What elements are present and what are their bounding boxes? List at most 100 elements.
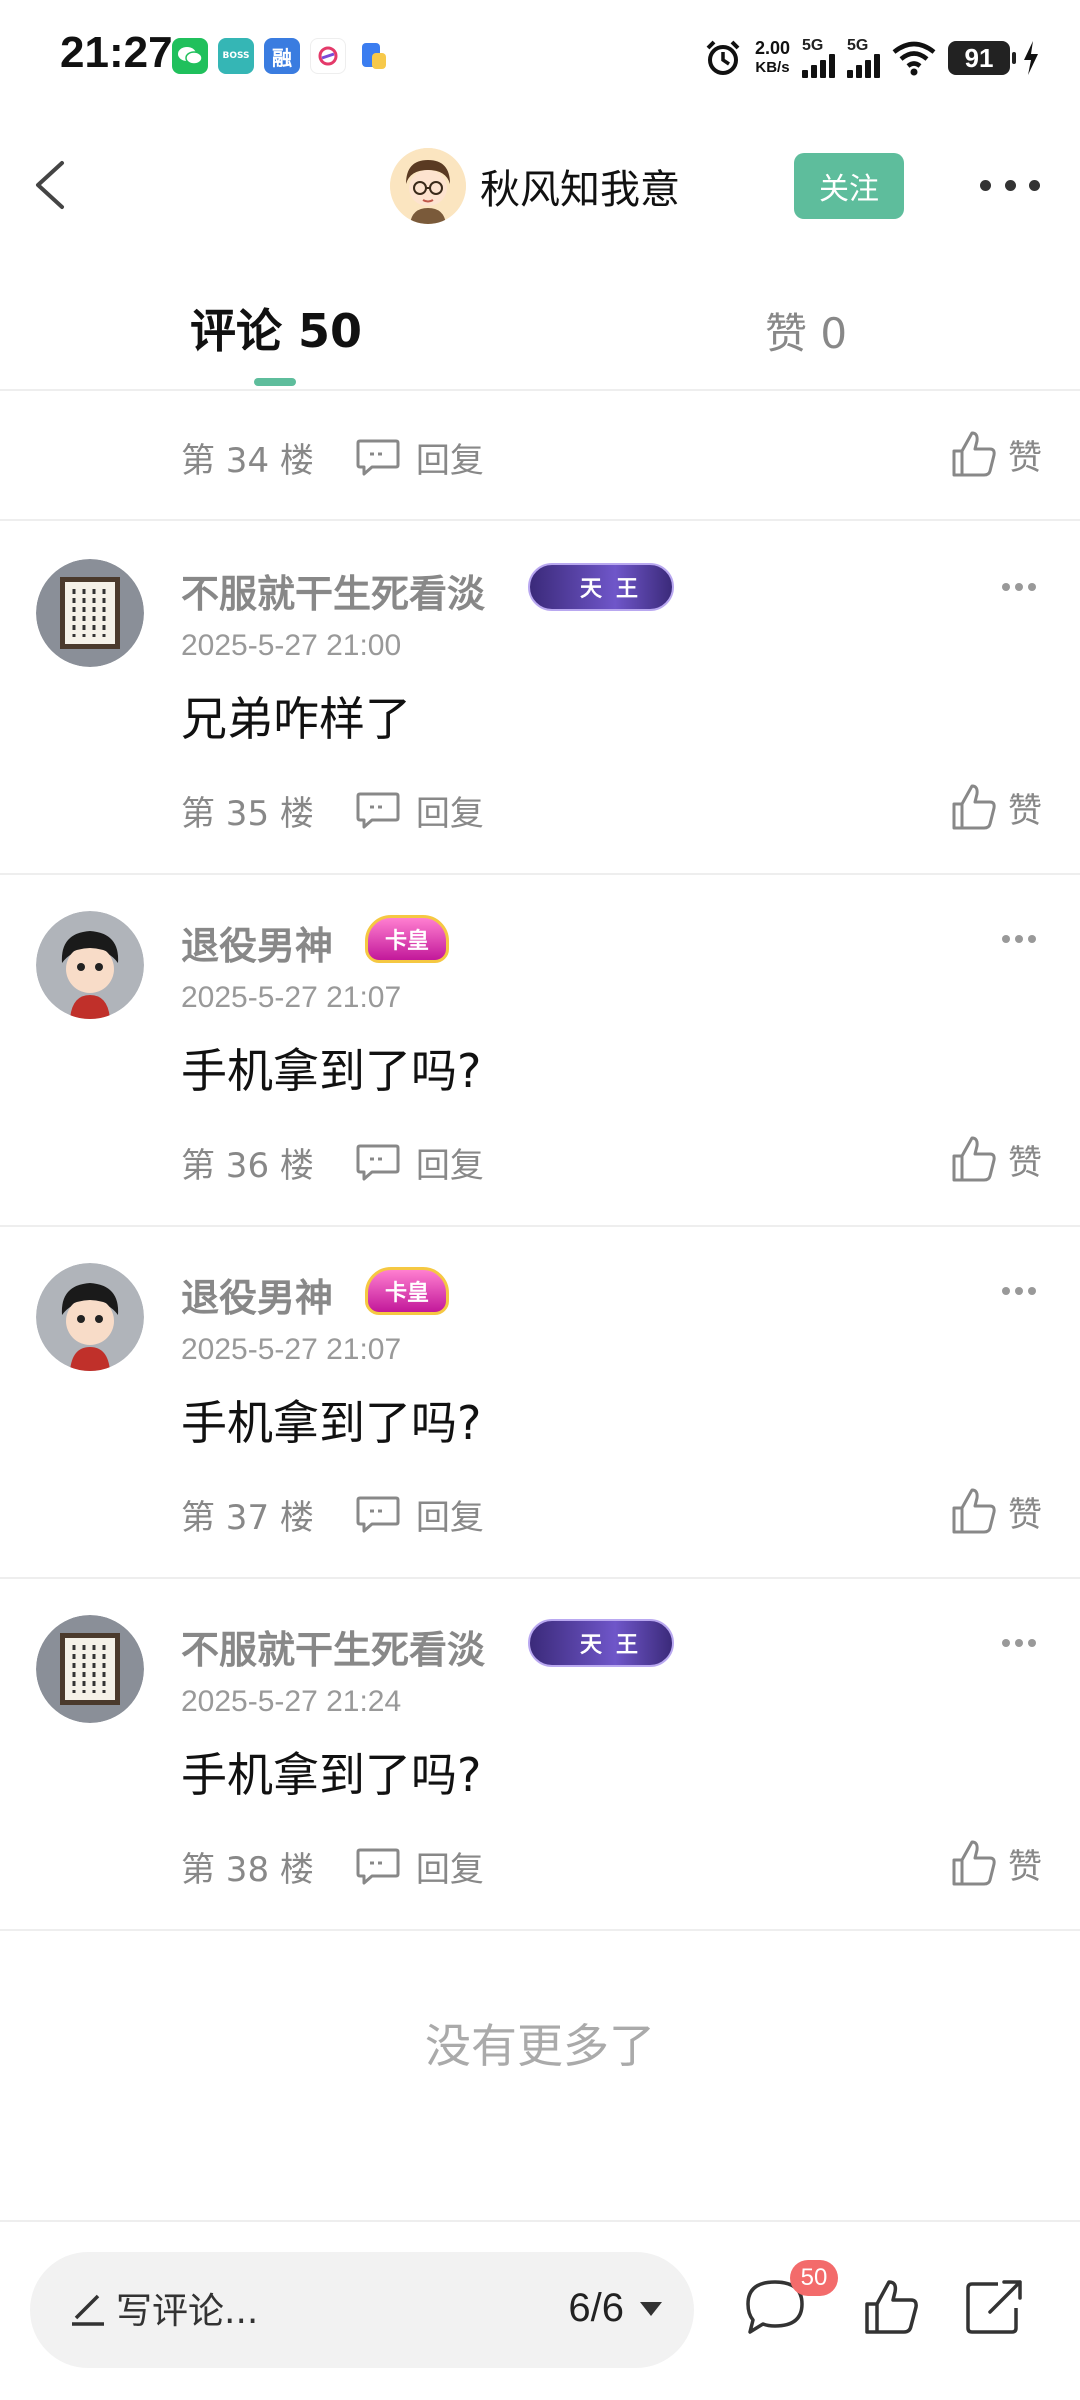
thumbs-up-icon	[952, 1488, 996, 1534]
level-badge-kahuang: 卡皇	[365, 915, 449, 963]
like-button[interactable]: 赞	[948, 782, 1042, 832]
reply-bubble-icon	[356, 792, 400, 829]
comment-footer: 第 35 楼 回复	[181, 785, 484, 835]
comment-more-button[interactable]	[1002, 1639, 1036, 1649]
bottom-action-bar: 写评论... 6/6 50	[0, 2220, 1080, 2400]
cartoon-boy-avatar-icon	[36, 1263, 144, 1371]
username[interactable]: 不服就干生死看淡	[181, 1619, 485, 1674]
dot	[1029, 179, 1040, 191]
reply-button[interactable]: 回复	[354, 786, 484, 835]
floor-number: 第 34 楼	[181, 440, 314, 481]
signal-1: 5G	[802, 38, 835, 78]
dot	[1002, 1287, 1010, 1295]
top-app-bar: 秋风知我意 关注	[0, 115, 1080, 255]
comment-more-button[interactable]	[1002, 1287, 1036, 1297]
reply-bubble-icon	[356, 1144, 400, 1181]
user-avatar[interactable]	[36, 1263, 144, 1371]
like-button[interactable]: 赞	[948, 1838, 1042, 1888]
comment-more-button[interactable]	[1002, 935, 1036, 945]
dot	[1015, 935, 1023, 943]
like-button[interactable]: 赞	[948, 1134, 1042, 1184]
comment-time: 2025-5-27 21:00	[181, 629, 402, 662]
pen-icon	[72, 2294, 104, 2326]
no-more-text: 没有更多了	[425, 2019, 655, 2073]
reply-bubble-icon	[356, 1496, 400, 1533]
dot	[1028, 583, 1036, 591]
username[interactable]: 退役男神	[181, 1267, 333, 1322]
tab-likes[interactable]: 赞 0	[765, 300, 847, 361]
more-options-button[interactable]	[980, 165, 1040, 205]
comment-time: 2025-5-27 21:07	[181, 981, 402, 1014]
comment-text: 手机拿到了吗?	[181, 1748, 482, 1802]
comment-footer: 第 38 楼 回复	[181, 1841, 484, 1891]
comment-text: 手机拿到了吗?	[181, 1396, 482, 1450]
reply-button[interactable]: 回复	[354, 1842, 484, 1891]
thumbs-up-icon	[952, 784, 996, 830]
reply-label: 回复	[415, 1849, 484, 1890]
network-speed: 2.00 KB/s	[755, 38, 790, 78]
user-avatar[interactable]	[36, 559, 144, 667]
reply-button[interactable]: 回复	[354, 433, 484, 482]
caret-down-icon	[640, 2301, 662, 2316]
user-avatar[interactable]	[36, 1615, 144, 1723]
comment-time: 2025-5-27 21:07	[181, 1333, 402, 1366]
tab-active-indicator	[254, 378, 296, 386]
dot	[1028, 1287, 1036, 1295]
like-label: 赞	[1008, 1846, 1042, 1887]
page-indicator: 6/6	[568, 2286, 624, 2330]
calligraphy-avatar-icon	[36, 1615, 144, 1723]
comment-text: 手机拿到了吗?	[181, 1044, 482, 1098]
dot	[1015, 1639, 1023, 1647]
battery-indicator: 91	[948, 41, 1016, 75]
net-speed-unit: KB/s	[755, 59, 790, 76]
dot	[1004, 179, 1016, 191]
follow-button[interactable]: 关注	[794, 153, 904, 219]
floor-number: 第 37 楼	[181, 1497, 314, 1538]
wifi-icon	[892, 41, 936, 76]
chevron-left-icon	[36, 161, 64, 209]
back-button[interactable]	[26, 155, 86, 215]
wechat-icon	[172, 38, 208, 74]
net-speed-value: 2.00	[754, 38, 790, 58]
reply-button[interactable]: 回复	[354, 1138, 484, 1187]
signal-2-label: 5G	[847, 37, 869, 54]
signal-bars-icon	[847, 54, 880, 78]
status-time: 21:27	[60, 28, 173, 77]
boss-zhipin-icon: BOSS	[218, 38, 254, 74]
dot	[1028, 1639, 1036, 1647]
rong-icon: 融	[264, 38, 300, 74]
page-selector[interactable]: 6/6	[568, 2286, 664, 2331]
username[interactable]: 退役男神	[181, 915, 333, 970]
author-info[interactable]: 秋风知我意	[390, 148, 680, 224]
write-comment-input[interactable]: 写评论... 6/6	[30, 2252, 694, 2368]
comment-time: 2025-5-27 21:24	[181, 1685, 402, 1718]
comment-item: 退役男神 卡皇 2025-5-27 21:07 手机拿到了吗? 第 37 楼 回…	[0, 1227, 1080, 1579]
comment-item: 不服就干生死看淡 天王 2025-5-27 21:24 手机拿到了吗? 第 38…	[0, 1579, 1080, 1931]
reply-button[interactable]: 回复	[354, 1490, 484, 1539]
author-name: 秋风知我意	[480, 167, 680, 213]
thumbs-up-icon	[952, 1840, 996, 1886]
dot	[1015, 583, 1023, 591]
user-avatar[interactable]	[36, 911, 144, 1019]
like-button[interactable]: 赞	[948, 429, 1042, 479]
comment-footer: 第 34 楼 回复	[181, 432, 484, 482]
author-avatar[interactable]	[390, 148, 466, 224]
comment-item: 退役男神 卡皇 2025-5-27 21:07 手机拿到了吗? 第 36 楼 回…	[0, 875, 1080, 1227]
notification-icons: BOSS 融	[172, 38, 392, 74]
like-button[interactable]: 赞	[948, 1486, 1042, 1536]
level-badge-kahuang: 卡皇	[365, 1267, 449, 1315]
comment-item: 不服就干生死看淡 天王 2025-5-27 21:00 兄弟咋样了 第 35 楼…	[0, 523, 1080, 875]
comment-more-button[interactable]	[1002, 583, 1036, 593]
floor-number: 第 36 楼	[181, 1145, 314, 1186]
signal-bars-icon	[802, 54, 835, 78]
username[interactable]: 不服就干生死看淡	[181, 563, 485, 618]
like-post-button[interactable]	[855, 2272, 925, 2342]
app-icon	[310, 38, 346, 74]
signal-1-label: 5G	[802, 37, 824, 54]
boss-label: BOSS	[222, 50, 250, 61]
like-label: 赞	[1008, 790, 1042, 831]
share-button[interactable]	[960, 2272, 1030, 2342]
dot	[1015, 1287, 1023, 1295]
tab-comments[interactable]: 评论 50	[190, 295, 362, 361]
reply-label: 回复	[415, 1497, 484, 1538]
